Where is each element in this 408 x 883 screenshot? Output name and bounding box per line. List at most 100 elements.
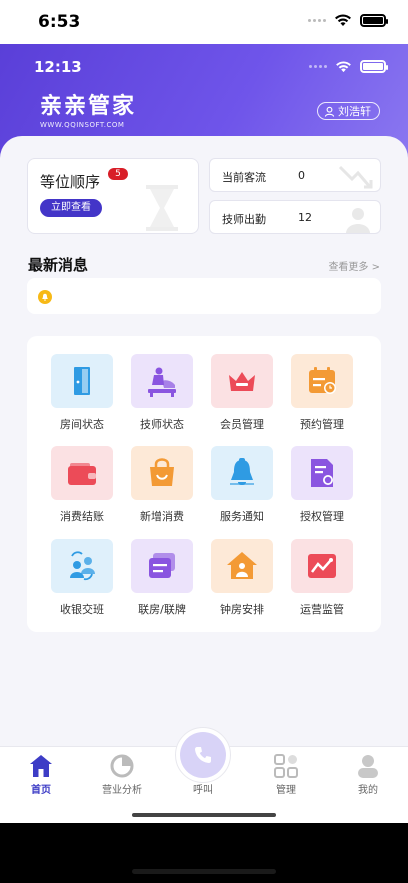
stat-card-traffic[interactable]: 当前客流 0 (209, 158, 381, 192)
grid-item-4[interactable]: 预约管理 (280, 354, 360, 444)
wifi-icon (335, 14, 351, 26)
view-more-link[interactable]: 查看更多 > (328, 258, 380, 273)
tab-home[interactable]: 首页 (0, 747, 80, 803)
device-status-icons (308, 14, 388, 27)
massage-icon (148, 367, 176, 397)
wallet-icon (68, 463, 96, 485)
device-home-indicator (132, 869, 276, 874)
grid-item-tile (131, 446, 193, 500)
pie-chart-icon (110, 754, 134, 778)
grid-item-label: 联房/联牌 (138, 603, 186, 616)
door-icon (74, 367, 90, 395)
grid-item-label: 会员管理 (220, 418, 264, 431)
grid-item-label: 服务通知 (220, 510, 264, 523)
grid-item-11[interactable]: 钟房安排 (200, 539, 280, 629)
signal-icon (308, 19, 326, 22)
battery-icon (360, 60, 388, 73)
home-icon (30, 755, 52, 777)
bell-icon (230, 458, 254, 485)
stat-label: 当前客流 (222, 171, 266, 184)
grid-item-tile (131, 354, 193, 408)
users-swap-icon (70, 551, 95, 581)
tab-label: 管理 (276, 785, 296, 796)
function-grid-card: 房间状态 技师状态 会员管理 预约管理消费结账 新增消费 服务通知 授权管理收银交班 联房/联… (27, 336, 381, 632)
news-title: 最新消息 (28, 256, 89, 274)
certificate-icon (311, 459, 333, 487)
grid-item-12[interactable]: 运营监管 (280, 539, 360, 629)
tab-label: 首页 (31, 785, 51, 796)
grid-item-tile (51, 446, 113, 500)
tab-mine[interactable]: 我的 (327, 747, 407, 803)
user-name: 刘浩轩 (338, 105, 371, 118)
grid-item-8[interactable]: 授权管理 (280, 446, 360, 536)
logo-subtitle: WWW.QQINSOFT.COM (40, 121, 125, 129)
grid-item-label: 消费结账 (60, 510, 104, 523)
battery-icon (360, 14, 388, 27)
person-icon (358, 755, 378, 778)
grid-item-label: 授权管理 (300, 510, 344, 523)
grid-item-3[interactable]: 会员管理 (200, 354, 280, 444)
queue-card[interactable]: 等位顺序 5 立即查看 (27, 158, 199, 234)
app-status-icons (309, 60, 388, 73)
device-time: 6:53 (38, 12, 81, 32)
trend-icon (308, 554, 336, 578)
user-icon (324, 106, 335, 117)
cards-icon (149, 553, 175, 578)
main-content: 等位顺序 5 立即查看 当前客流 0 技师出勤 12 最新消息 查看更多 > 房… (0, 136, 408, 823)
phone-icon (195, 747, 211, 763)
grid-item-label: 技师状态 (140, 418, 184, 431)
stat-card-attendance[interactable]: 技师出勤 12 (209, 200, 381, 234)
grid-item-1[interactable]: 房间状态 (40, 354, 120, 444)
grid-item-9[interactable]: 收银交班 (40, 539, 120, 629)
grid-item-tile (211, 446, 273, 500)
tab-label: 营业分析 (102, 785, 142, 796)
grid-item-6[interactable]: 新增消费 (120, 446, 200, 536)
tab-business-analysis[interactable]: 营业分析 (81, 747, 161, 803)
tab-manage[interactable]: 管理 (245, 747, 325, 803)
grid-item-tile (291, 539, 353, 593)
device-status-bar: 6:53 (0, 0, 408, 44)
hourglass-icon (146, 185, 178, 231)
bag-icon (150, 458, 174, 486)
crown-icon (229, 372, 255, 391)
tab-call-label: 呼叫 (193, 785, 213, 796)
grid-item-label: 钟房安排 (220, 603, 264, 616)
call-button[interactable] (175, 727, 231, 783)
tab-label: 我的 (358, 785, 378, 796)
queue-title: 等位顺序 (40, 173, 101, 191)
house-icon (227, 552, 257, 579)
trend-down-icon (338, 165, 373, 189)
grid-item-2[interactable]: 技师状态 (120, 354, 200, 444)
grid-item-label: 房间状态 (60, 418, 104, 431)
app-status-time: 12:13 (34, 58, 82, 76)
grid-item-label: 预约管理 (300, 418, 344, 431)
grid-item-tile (51, 354, 113, 408)
grid-item-5[interactable]: 消费结账 (40, 446, 120, 536)
grid-item-tile (291, 354, 353, 408)
grid-item-7[interactable]: 服务通知 (200, 446, 280, 536)
grid-item-10[interactable]: 联房/联牌 (120, 539, 200, 629)
grid-item-tile (51, 539, 113, 593)
stat-value: 12 (298, 211, 312, 224)
grid-item-label: 收银交班 (60, 603, 104, 616)
app-logo: 亲亲管家 WWW.QQINSOFT.COM (40, 94, 136, 129)
grid-item-tile (131, 539, 193, 593)
news-notice-bar[interactable] (27, 278, 381, 314)
calendar-icon (309, 367, 336, 394)
wifi-icon (336, 60, 351, 72)
home-indicator (132, 813, 276, 817)
function-grid: 房间状态 技师状态 会员管理 预约管理消费结账 新增消费 服务通知 授权管理收银交班 联房/联… (27, 336, 381, 632)
app-screen: 12:13 亲亲管家 WWW.QQINSOFT.COM 刘浩轩 等位顺序 5 立… (0, 44, 408, 823)
bottom-tab-bar: 首页 营业分析 呼叫 管理 我的 (0, 727, 408, 823)
signal-icon (309, 65, 327, 68)
grid-icon (274, 754, 298, 778)
stat-label: 技师出勤 (222, 213, 266, 226)
grid-item-label: 新增消费 (140, 510, 184, 523)
view-now-button[interactable]: 立即查看 (40, 199, 102, 217)
grid-item-tile (291, 446, 353, 500)
user-chip[interactable]: 刘浩轩 (317, 102, 380, 120)
queue-count-badge: 5 (108, 168, 128, 180)
person-icon (346, 208, 370, 233)
grid-item-label: 运营监管 (300, 603, 344, 616)
logo-text: 亲亲管家 (40, 94, 137, 119)
